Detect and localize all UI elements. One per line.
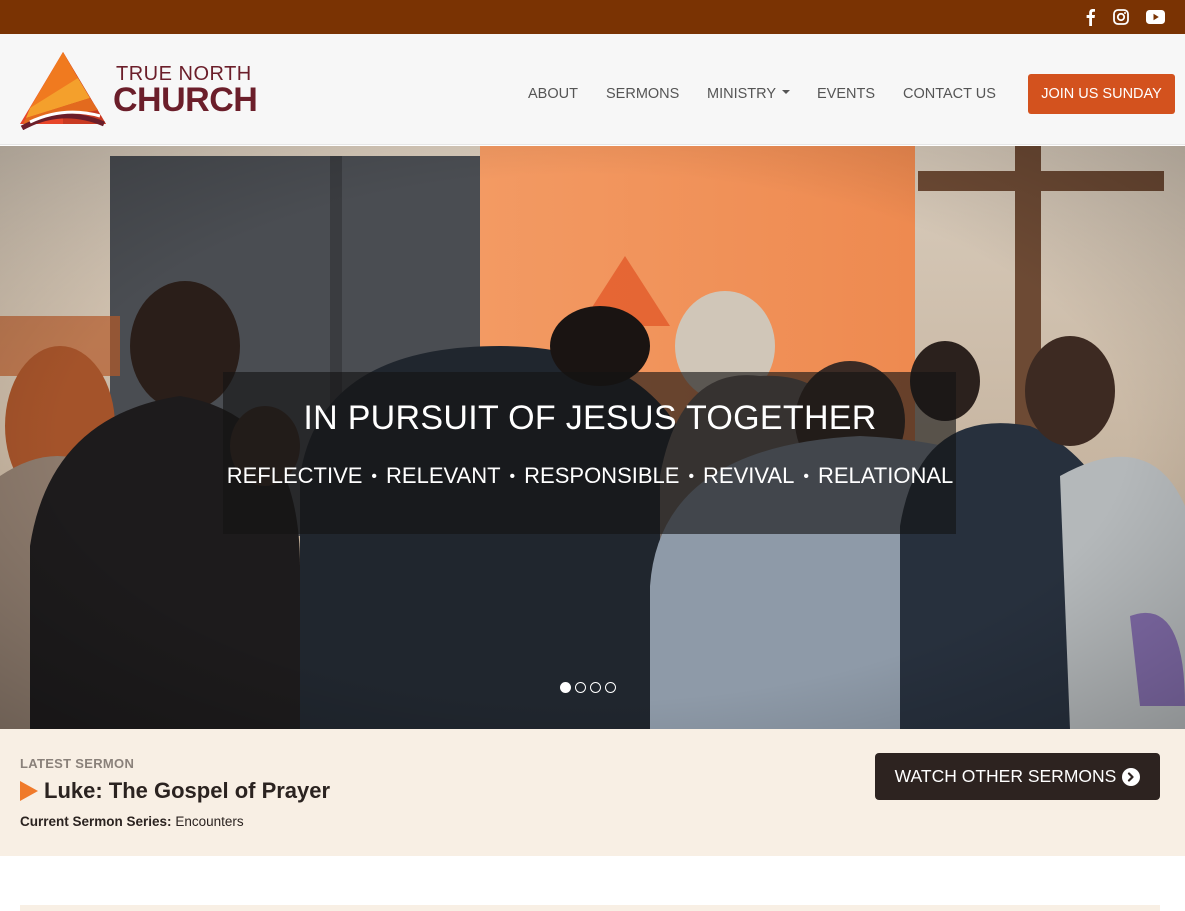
hero-value-separator: • (371, 468, 378, 485)
hero-value: REVIVAL (703, 463, 795, 488)
site-header: TRUE NORTH CHURCH ABOUT SERMONS MINISTRY… (0, 34, 1185, 145)
hero-value: RESPONSIBLE (524, 463, 680, 488)
sermon-series: Current Sermon Series: Encounters (20, 814, 244, 829)
nav-contact-us[interactable]: CONTACT US (903, 86, 996, 102)
latest-sermon-kicker: LATEST SERMON (20, 756, 135, 771)
hero-value-separator: • (803, 468, 809, 485)
chevron-right-circle-icon (1122, 767, 1141, 786)
nav-about[interactable]: ABOUT (528, 86, 578, 102)
next-section-edge (20, 905, 1160, 911)
carousel-dot-1[interactable] (560, 682, 571, 693)
hero-value: RELATIONAL (817, 463, 954, 488)
church-logo-mark (20, 52, 106, 130)
hero-values: REFLECTIVE • RELEVANT • RESPONSIBLE • REVIVAL •… (0, 463, 1180, 489)
logo-text-line2: CHURCH (113, 81, 258, 119)
carousel-dot-3[interactable] (590, 682, 601, 693)
hero-carousel: IN PURSUIT OF JESUS TOGETHER REFLECTIVE •… (0, 146, 1185, 729)
carousel-indicators (560, 682, 616, 693)
watch-other-sermons-button[interactable]: WATCH OTHER SERMONS (875, 753, 1160, 800)
youtube-icon[interactable] (1145, 7, 1165, 27)
watch-other-sermons-label: WATCH OTHER SERMONS (894, 766, 1117, 786)
nav-sermons[interactable]: SERMONS (606, 86, 679, 102)
hero-value: RELEVANT (386, 463, 501, 488)
instagram-icon[interactable] (1111, 7, 1131, 27)
carousel-dot-2[interactable] (575, 682, 586, 693)
nav-ministry[interactable]: MINISTRY (707, 86, 791, 102)
sermon-series-label: Current Sermon Series: (20, 814, 172, 829)
sermon-series-value: Encounters (175, 814, 244, 829)
hero-caption-panel (223, 372, 956, 534)
nav-ministry-label: MINISTRY (707, 86, 777, 102)
latest-sermon-title[interactable]: Luke: The Gospel of Prayer (44, 778, 330, 804)
facebook-icon[interactable] (1080, 7, 1100, 27)
carousel-dot-4[interactable] (605, 682, 616, 693)
chevron-down-icon (782, 90, 791, 95)
hero-title: IN PURSUIT OF JESUS TOGETHER (303, 399, 877, 437)
nav-events[interactable]: EVENTS (817, 86, 875, 102)
play-icon[interactable] (20, 781, 38, 801)
church-logo[interactable]: TRUE NORTH CHURCH (20, 50, 270, 130)
latest-sermon-section: LATEST SERMON Luke: The Gospel of Prayer… (0, 729, 1185, 856)
hero-value-separator: • (509, 468, 516, 485)
hero-value-separator: • (688, 468, 695, 485)
hero-value: REFLECTIVE (226, 463, 363, 488)
top-social-bar (0, 0, 1185, 34)
join-us-sunday-button[interactable]: JOIN US SUNDAY (1028, 74, 1175, 114)
